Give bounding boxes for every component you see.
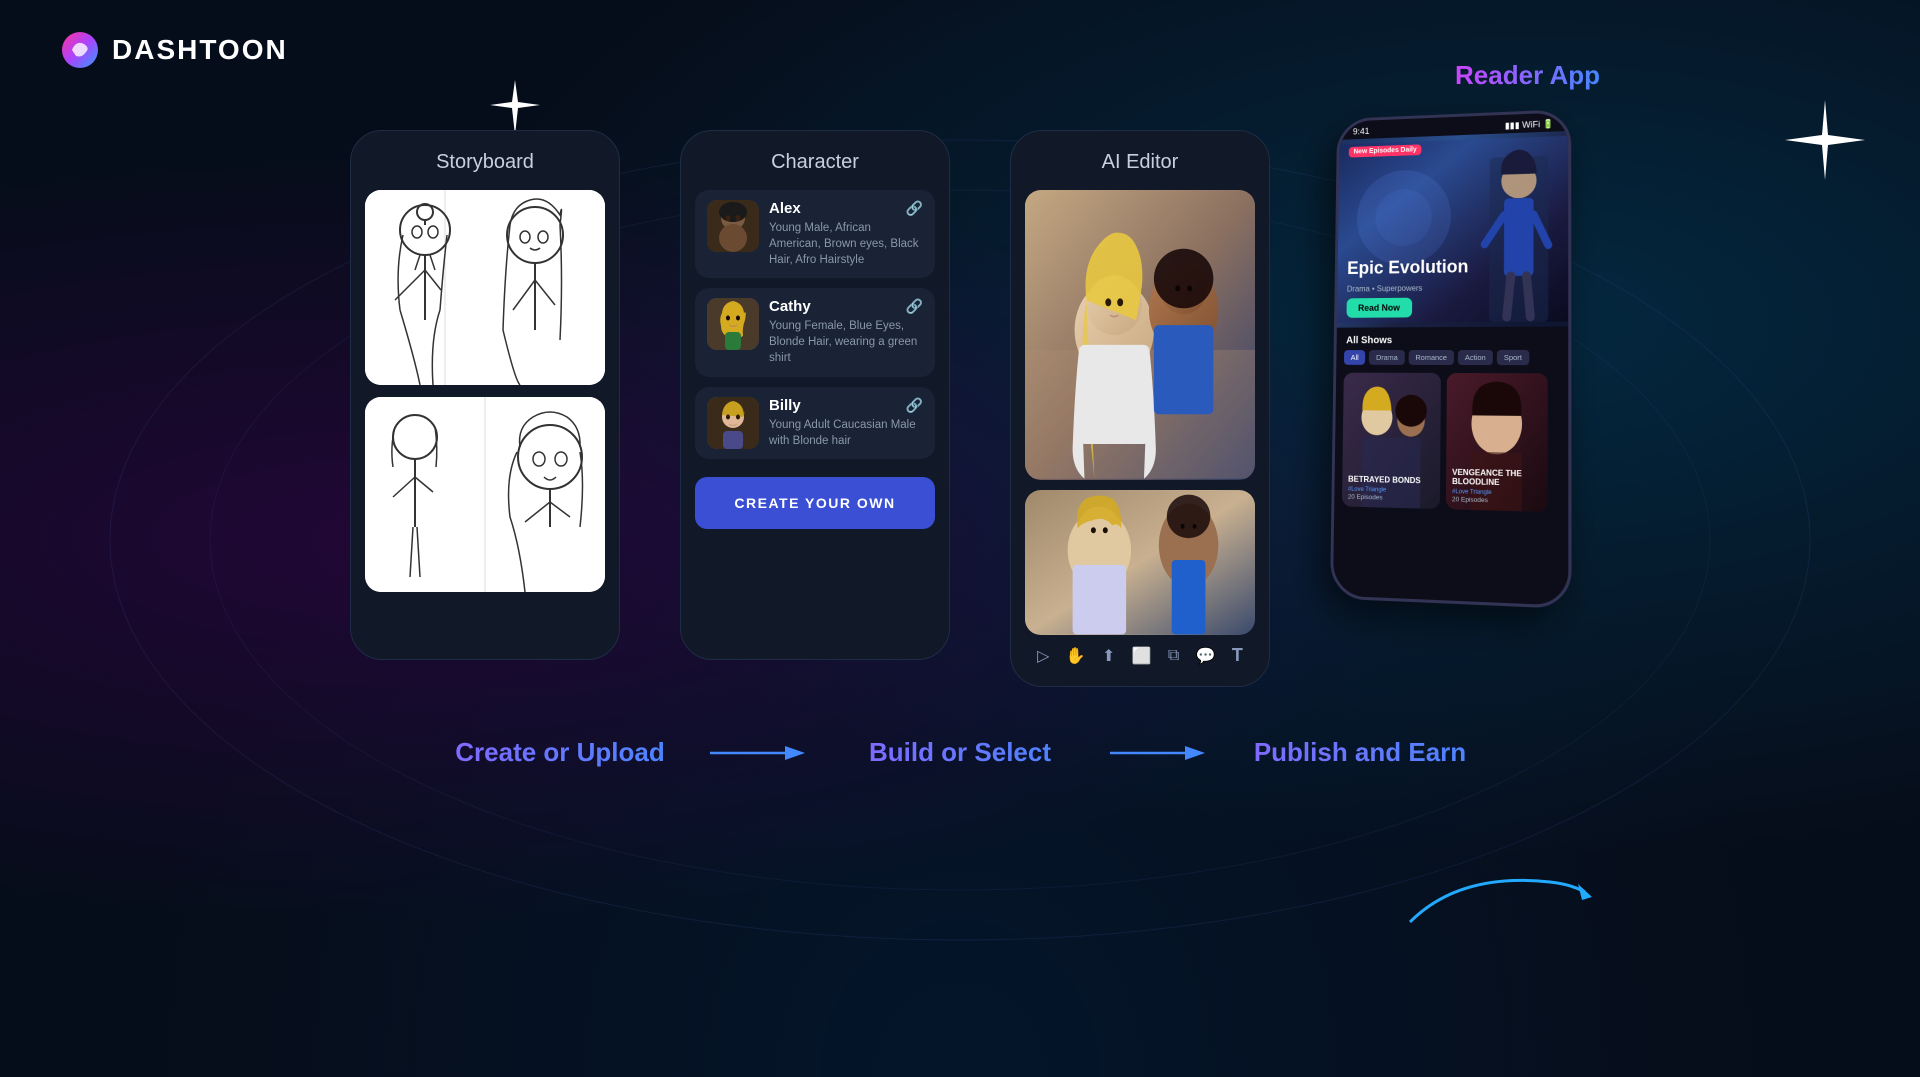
signal-icons: ▮▮▮ WiFi 🔋: [1505, 119, 1554, 132]
show2-title: VENGEANCE THE BLOODLINE: [1452, 468, 1548, 490]
arrow-1: [700, 738, 820, 768]
char-name-billy: Billy: [769, 397, 923, 414]
phone-hero-image: New Episodes Daily Epic Evolution Drama …: [1337, 131, 1568, 328]
ai-editor-card: AI Editor: [1010, 130, 1270, 687]
phone-show-subtitle: Drama • Superpowers: [1347, 284, 1423, 294]
avatar-alex: [707, 200, 759, 252]
character-title: Character: [771, 151, 859, 174]
filter-action[interactable]: Action: [1458, 350, 1493, 365]
phone-screen: 9:41 ▮▮▮ WiFi 🔋: [1333, 112, 1568, 606]
shows-row: BETRAYED BONDS 20 Episodes #Love Triangl…: [1334, 373, 1568, 513]
storyboard-images: [365, 190, 605, 592]
logo-icon: [60, 30, 100, 70]
tool-upload[interactable]: ⬆: [1102, 646, 1115, 666]
edit-icon-billy[interactable]: 🔗: [906, 397, 923, 414]
tool-frame[interactable]: ⬜: [1132, 646, 1152, 666]
char-name-alex: Alex: [769, 200, 923, 217]
filter-romance[interactable]: Romance: [1408, 350, 1453, 365]
edit-icon-alex[interactable]: 🔗: [906, 200, 923, 217]
storyboard-title: Storyboard: [436, 151, 534, 174]
filter-sport[interactable]: Sport: [1497, 350, 1529, 365]
tool-select[interactable]: ▷: [1037, 646, 1049, 666]
filter-all[interactable]: All: [1344, 350, 1366, 365]
char-desc-cathy: Young Female, Blue Eyes, Blonde Hair, we…: [769, 318, 923, 366]
char-info-cathy: Cathy Young Female, Blue Eyes, Blonde Ha…: [769, 298, 923, 366]
char-info-alex: Alex Young Male, African American, Brown…: [769, 200, 923, 268]
reader-phone: 9:41 ▮▮▮ WiFi 🔋: [1330, 109, 1572, 609]
char-info-billy: Billy Young Adult Caucasian Male with Bl…: [769, 397, 923, 449]
filter-drama[interactable]: Drama: [1369, 350, 1405, 365]
reader-app-wrapper: Reader App 9:41 ▮▮▮ WiFi 🔋: [1330, 110, 1570, 600]
tool-text[interactable]: T: [1232, 645, 1243, 666]
storyboard-image-1: [365, 190, 605, 385]
label-build: Build or Select: [820, 737, 1100, 768]
main-content: Storyboard: [0, 100, 1920, 1077]
phone-show-title: Epic Evolution: [1347, 258, 1468, 279]
storyboard-card: Storyboard: [350, 130, 620, 660]
show1-title: BETRAYED BONDS: [1348, 475, 1421, 486]
show2-tag: #Love Triangle: [1452, 489, 1492, 496]
avatar-billy: [707, 397, 759, 449]
avatar-cathy: [707, 298, 759, 350]
show1-episodes: 20 Episodes: [1348, 494, 1383, 502]
create-own-button[interactable]: CREATE YOUR OWN: [695, 477, 935, 529]
arrow-2: [1100, 738, 1220, 768]
ai-toolbar: ▷ ✋ ⬆ ⬜ ⧉ 💬 T: [1025, 635, 1255, 666]
char-desc-billy: Young Adult Caucasian Male with Blonde h…: [769, 417, 923, 449]
character-item-cathy[interactable]: Cathy Young Female, Blue Eyes, Blonde Ha…: [695, 288, 935, 376]
ai-image-bottom: [1025, 490, 1255, 635]
ai-editor-title: AI Editor: [1102, 151, 1179, 174]
show2-episodes: 20 Episodes: [1452, 496, 1488, 504]
show-card-1[interactable]: BETRAYED BONDS 20 Episodes #Love Triangl…: [1342, 373, 1441, 509]
show1-tag: #Love Triangle: [1348, 487, 1386, 494]
char-desc-alex: Young Male, African American, Brown eyes…: [769, 220, 923, 268]
read-now-button[interactable]: Read Now: [1346, 298, 1411, 318]
bottom-labels: Create or Upload Build or Select Publish…: [420, 737, 1500, 768]
filter-row: All Drama Romance Action Sport: [1336, 350, 1568, 373]
all-shows-label: All Shows: [1337, 327, 1569, 351]
ai-image-top: [1025, 190, 1255, 480]
char-name-cathy: Cathy: [769, 298, 923, 315]
curved-arrow: [1400, 862, 1600, 947]
reader-app-label: Reader App: [1455, 60, 1600, 91]
tool-copy[interactable]: ⧉: [1168, 647, 1179, 665]
logo-text: DASHTOON: [112, 34, 288, 66]
storyboard-image-2: [365, 397, 605, 592]
character-item-alex[interactable]: Alex Young Male, African American, Brown…: [695, 190, 935, 278]
label-create: Create or Upload: [420, 737, 700, 768]
character-item-billy[interactable]: Billy Young Adult Caucasian Male with Bl…: [695, 387, 935, 459]
time-display: 9:41: [1353, 126, 1370, 137]
character-list: Alex Young Male, African American, Brown…: [695, 190, 935, 459]
edit-icon-cathy[interactable]: 🔗: [906, 298, 923, 315]
show-card-2[interactable]: VENGEANCE THE BLOODLINE 20 Episodes #Lov…: [1446, 373, 1548, 512]
character-card: Character: [680, 130, 950, 660]
tool-move[interactable]: ✋: [1066, 646, 1086, 666]
label-publish: Publish and Earn: [1220, 737, 1500, 768]
ai-editor-images: [1025, 190, 1255, 635]
tool-chat[interactable]: 💬: [1196, 646, 1216, 666]
header: DASHTOON: [60, 30, 288, 70]
cards-row: Storyboard: [350, 130, 1570, 687]
